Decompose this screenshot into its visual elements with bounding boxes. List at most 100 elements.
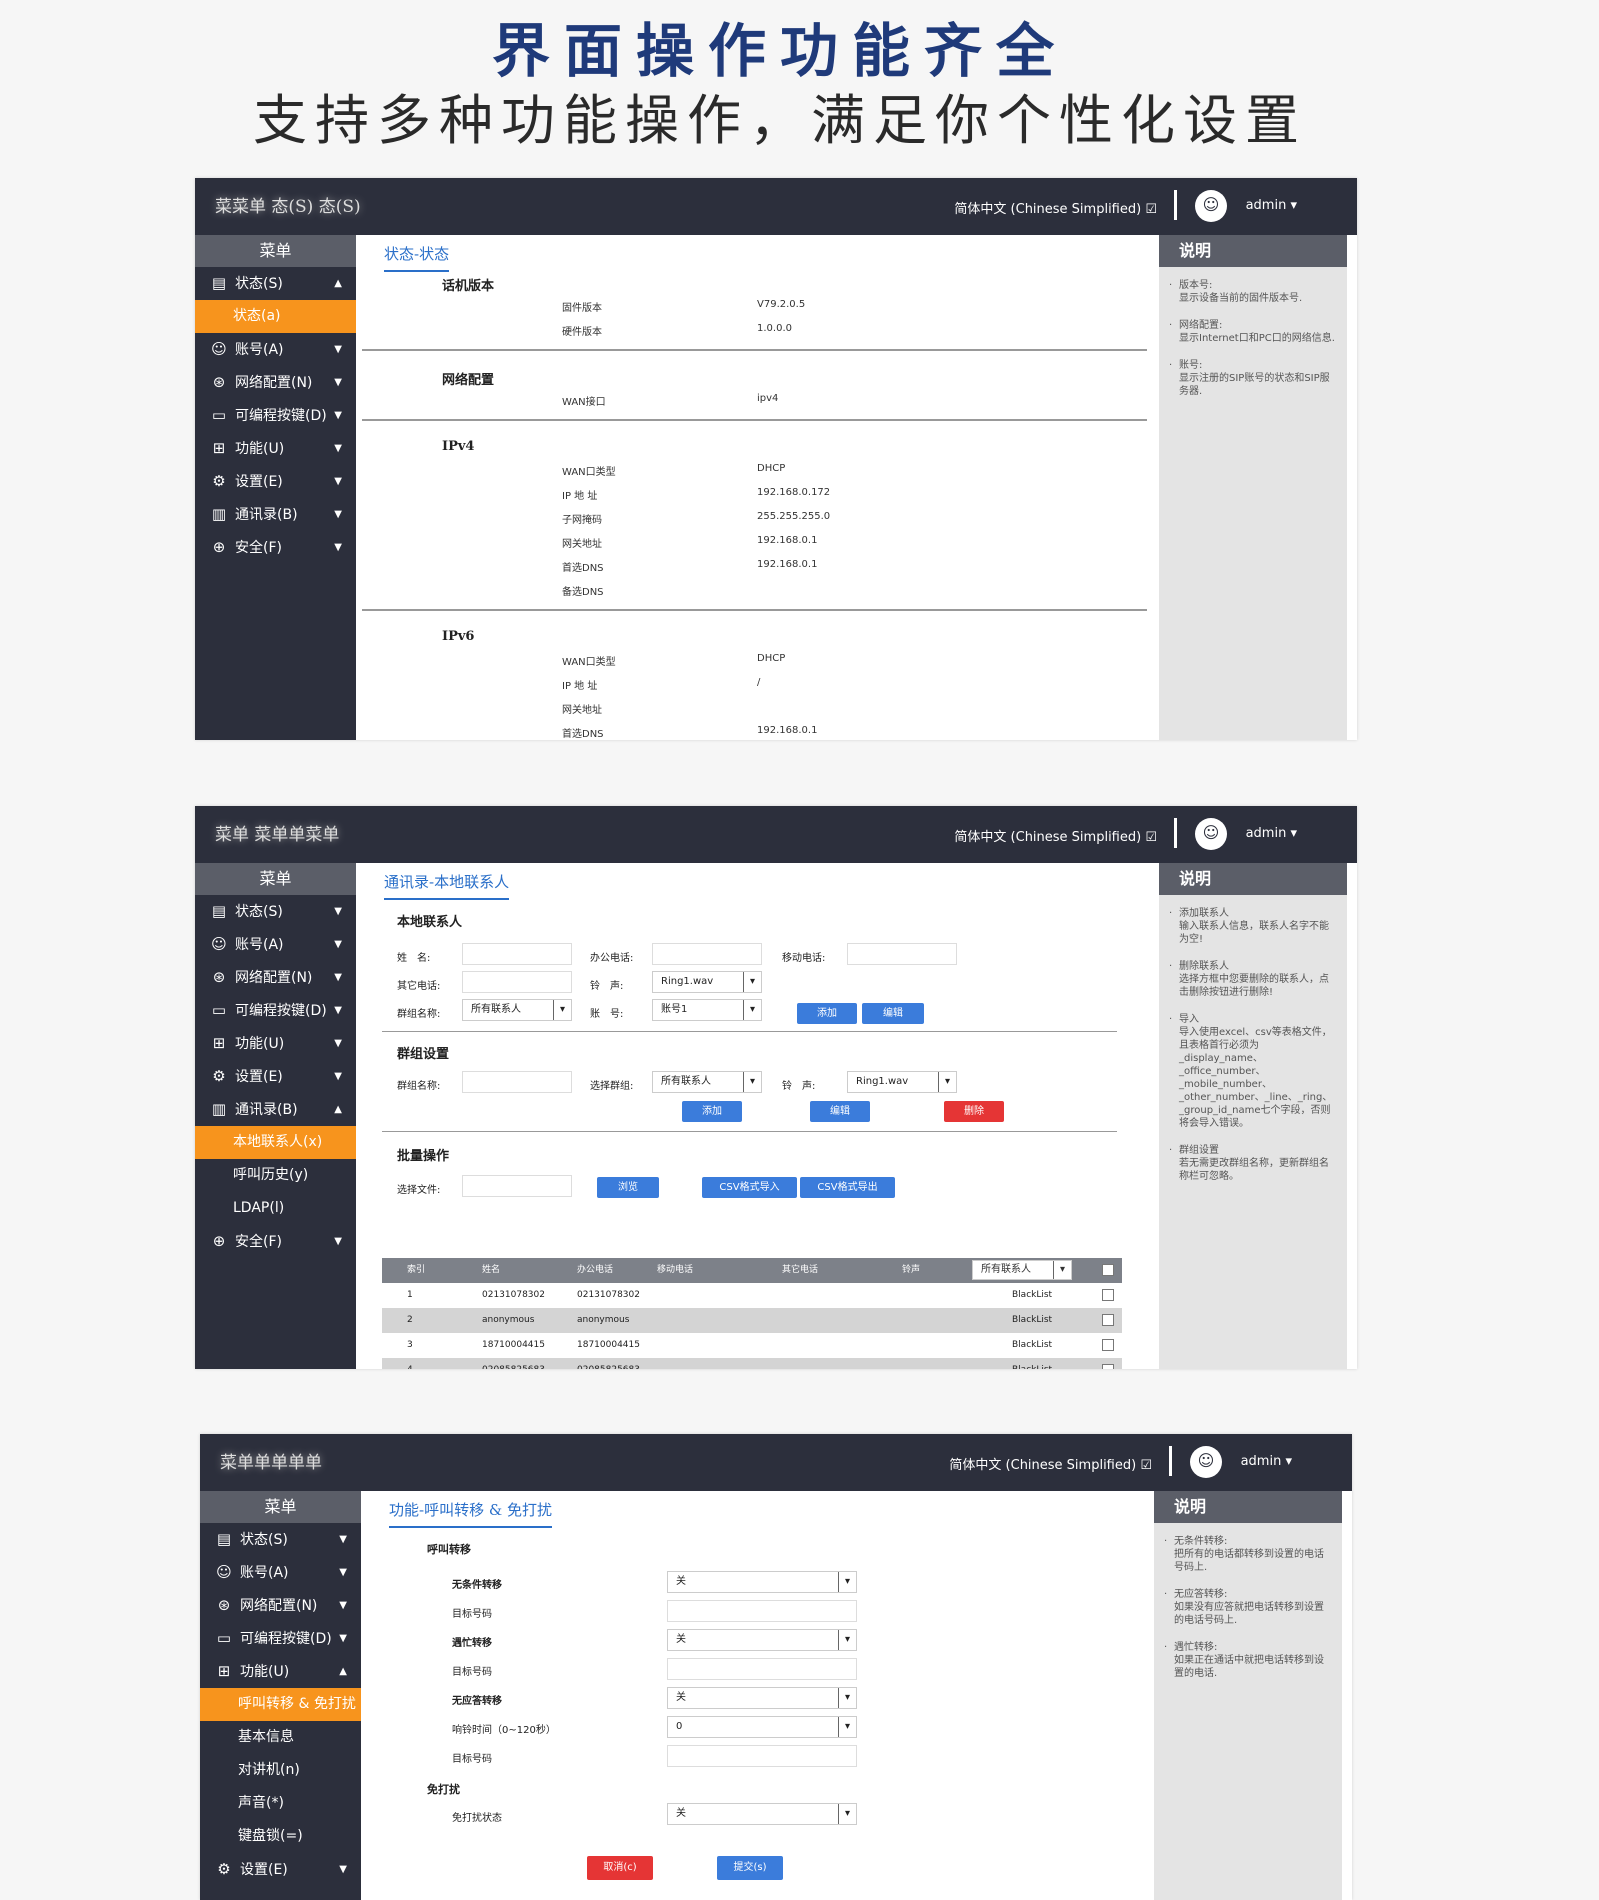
sidebar-item[interactable]: ▥ 通讯录(B) ▲ <box>195 1093 356 1126</box>
sidebar-item[interactable]: ⚙ 设置(E) ▼ <box>195 465 356 498</box>
field-input[interactable] <box>667 1600 857 1622</box>
sidebar-item[interactable]: ⊞ 功能(U) ▲ <box>200 1655 361 1688</box>
table-row[interactable]: 1 02131078302 02131078302 BlackList <box>382 1283 1122 1308</box>
sidebar-item[interactable]: 基本信息 <box>200 1721 361 1754</box>
table-row[interactable]: 2 anonymous anonymous BlackList <box>382 1308 1122 1333</box>
name-input[interactable] <box>462 943 572 965</box>
sidebar-item[interactable]: 呼叫历史(y) <box>195 1159 356 1192</box>
delete-group-button[interactable]: 删除 <box>944 1101 1004 1122</box>
edit-contact-button[interactable]: 编辑 <box>862 1003 924 1024</box>
dnd-select[interactable]: 关 ▾ <box>667 1803 857 1825</box>
language-select[interactable]: 简体中文 (Chinese Simplified) ☑ <box>954 198 1157 217</box>
field-select[interactable]: 关 ▾ <box>667 1629 857 1651</box>
language-select[interactable]: 简体中文 (Chinese Simplified) ☑ <box>954 826 1157 845</box>
cancel-button[interactable]: 取消(c) <box>587 1856 653 1880</box>
sidebar-item[interactable]: LDAP(l) <box>195 1192 356 1225</box>
avatar-icon[interactable]: ☺ <box>1195 190 1227 222</box>
browse-button[interactable]: 浏览 <box>597 1177 659 1198</box>
account-select[interactable]: 账号1 ▾ <box>652 999 762 1021</box>
table-row[interactable]: 3 18710004415 18710004415 BlackList <box>382 1333 1122 1358</box>
group-select[interactable]: 所有联系人 ▾ <box>462 999 572 1021</box>
chevron-down-icon: ▼ <box>339 1567 347 1578</box>
csv-export-button[interactable]: CSV格式导出 <box>800 1177 895 1198</box>
mobile-input[interactable] <box>847 943 957 965</box>
sidebar-item[interactable]: ▥ 通讯录(B) ▼ <box>195 498 356 531</box>
sidebar-item[interactable]: ⊛ 网络配置(N) ▼ <box>200 1589 361 1622</box>
group-name-input[interactable] <box>462 1071 572 1093</box>
help-item-title: 版本号: <box>1179 280 1213 291</box>
row-checkbox[interactable] <box>1102 1364 1114 1369</box>
row-checkbox[interactable] <box>1102 1289 1114 1301</box>
sidebar-item[interactable]: ▤ 状态(S) ▲ <box>195 267 356 300</box>
user-menu[interactable]: admin ▾ <box>1246 826 1297 841</box>
select-all-checkbox[interactable] <box>1102 1264 1114 1276</box>
submit-button[interactable]: 提交(s) <box>717 1856 783 1880</box>
sidebar-item[interactable]: ⊛ 网络配置(N) ▼ <box>195 366 356 399</box>
sidebar-item[interactable]: ⊞ 功能(U) ▼ <box>195 1027 356 1060</box>
info-label: IP 地 址 <box>562 681 598 692</box>
file-input[interactable] <box>462 1175 572 1197</box>
ring-select[interactable]: Ring1.wav ▾ <box>652 971 762 993</box>
sidebar-item[interactable]: ☺ 账号(A) ▼ <box>200 1556 361 1589</box>
avatar-icon[interactable]: ☺ <box>1195 818 1227 850</box>
group-ring-select[interactable]: Ring1.wav ▾ <box>847 1071 957 1093</box>
field-select[interactable]: 关 ▾ <box>667 1571 857 1593</box>
row-checkbox[interactable] <box>1102 1314 1114 1326</box>
sidebar-item[interactable]: ▤ 状态(S) ▼ <box>195 895 356 928</box>
user-menu[interactable]: admin ▾ <box>1241 1454 1292 1469</box>
sidebar-item[interactable]: ⊛ 网络配置(N) ▼ <box>195 961 356 994</box>
sidebar-item[interactable]: 对讲机(n) <box>200 1754 361 1787</box>
sidebar-item[interactable]: ▭ 可编程按键(D) ▼ <box>200 1622 361 1655</box>
logo: 菜单单单单单 <box>220 1453 322 1473</box>
dnd-title: 免打扰 <box>427 1783 460 1796</box>
sidebar-item[interactable]: ⚙ 设置(E) ▼ <box>195 1060 356 1093</box>
group-choose-select[interactable]: 所有联系人 ▾ <box>652 1071 762 1093</box>
table-row[interactable]: 4 02085825683 02085825683 BlackList <box>382 1358 1122 1369</box>
user-menu[interactable]: admin ▾ <box>1246 198 1297 213</box>
office-input[interactable] <box>652 943 762 965</box>
sidebar-item[interactable]: 声音(*) <box>200 1787 361 1820</box>
section-title: 网络配置 <box>442 373 495 388</box>
sidebar-item[interactable]: ⊞ 功能(U) ▼ <box>195 432 356 465</box>
info-value: 192.168.0.1 <box>757 725 818 736</box>
sidebar-item[interactable]: ⊕ 安全(F) ▼ <box>195 1225 356 1258</box>
csv-import-button[interactable]: CSV格式导入 <box>702 1177 797 1198</box>
field-input[interactable] <box>667 1658 857 1680</box>
info-value: 192.168.0.1 <box>757 535 818 546</box>
checkbox-icon: ☑ <box>1145 202 1157 217</box>
info-label: 网关地址 <box>562 539 602 550</box>
main-content: 通讯录-本地联系人 本地联系人 姓 名: 办公电话: 移动电话: 其它电话: 铃… <box>362 863 1147 1369</box>
sidebar-item[interactable]: ⚙ 设置(E) ▼ <box>200 1853 361 1886</box>
sidebar-item[interactable]: ⊕ 安全(F) ▼ <box>195 531 356 564</box>
sidebar-item-label: 设置(E) <box>240 1862 288 1878</box>
info-label: WAN口类型 <box>562 467 616 478</box>
field-input[interactable] <box>667 1745 857 1767</box>
page-subheading: 支持多种功能操作，满足你个性化设置 <box>253 89 1307 152</box>
edit-group-button[interactable]: 编辑 <box>810 1101 870 1122</box>
sidebar-item[interactable]: 状态(a) <box>195 300 356 333</box>
add-contact-button[interactable]: 添加 <box>797 1003 857 1024</box>
sidebar-item[interactable]: ▭ 可编程按键(D) ▼ <box>195 994 356 1027</box>
row-checkbox[interactable] <box>1102 1339 1114 1351</box>
sidebar-item[interactable]: ▭ 可编程按键(D) ▼ <box>195 399 356 432</box>
table-cell: 3 <box>407 1340 413 1350</box>
group-filter-select[interactable]: 所有联系人 ▾ <box>972 1260 1072 1280</box>
sidebar-item[interactable]: ☺ 账号(A) ▼ <box>195 928 356 961</box>
sidebar-item[interactable]: ▤ 状态(S) ▼ <box>200 1523 361 1556</box>
top-bar: 菜菜单 态(S) 态(S) 简体中文 (Chinese Simplified) … <box>195 178 1357 235</box>
avatar-icon[interactable]: ☺ <box>1190 1446 1222 1478</box>
add-group-button[interactable]: 添加 <box>682 1101 742 1122</box>
help-item-title: 网络配置: <box>1179 320 1223 331</box>
sidebar-item[interactable]: ☺ 账号(A) ▼ <box>195 333 356 366</box>
sidebar-item[interactable]: 呼叫转移 & 免打扰 <box>200 1688 361 1721</box>
sidebar-item[interactable]: 键盘锁(=) <box>200 1820 361 1853</box>
language-select[interactable]: 简体中文 (Chinese Simplified) ☑ <box>949 1454 1152 1473</box>
phonebook-icon: ▥ <box>211 505 227 523</box>
field-select[interactable]: 关 ▾ <box>667 1687 857 1709</box>
info-label: 首选DNS <box>562 729 604 740</box>
dsskey-icon: ▭ <box>211 1001 227 1019</box>
field-select[interactable]: 0 ▾ <box>667 1716 857 1738</box>
other-input[interactable] <box>462 971 572 993</box>
forward-title: 呼叫转移 <box>427 1543 471 1556</box>
sidebar-item[interactable]: 本地联系人(x) <box>195 1126 356 1159</box>
